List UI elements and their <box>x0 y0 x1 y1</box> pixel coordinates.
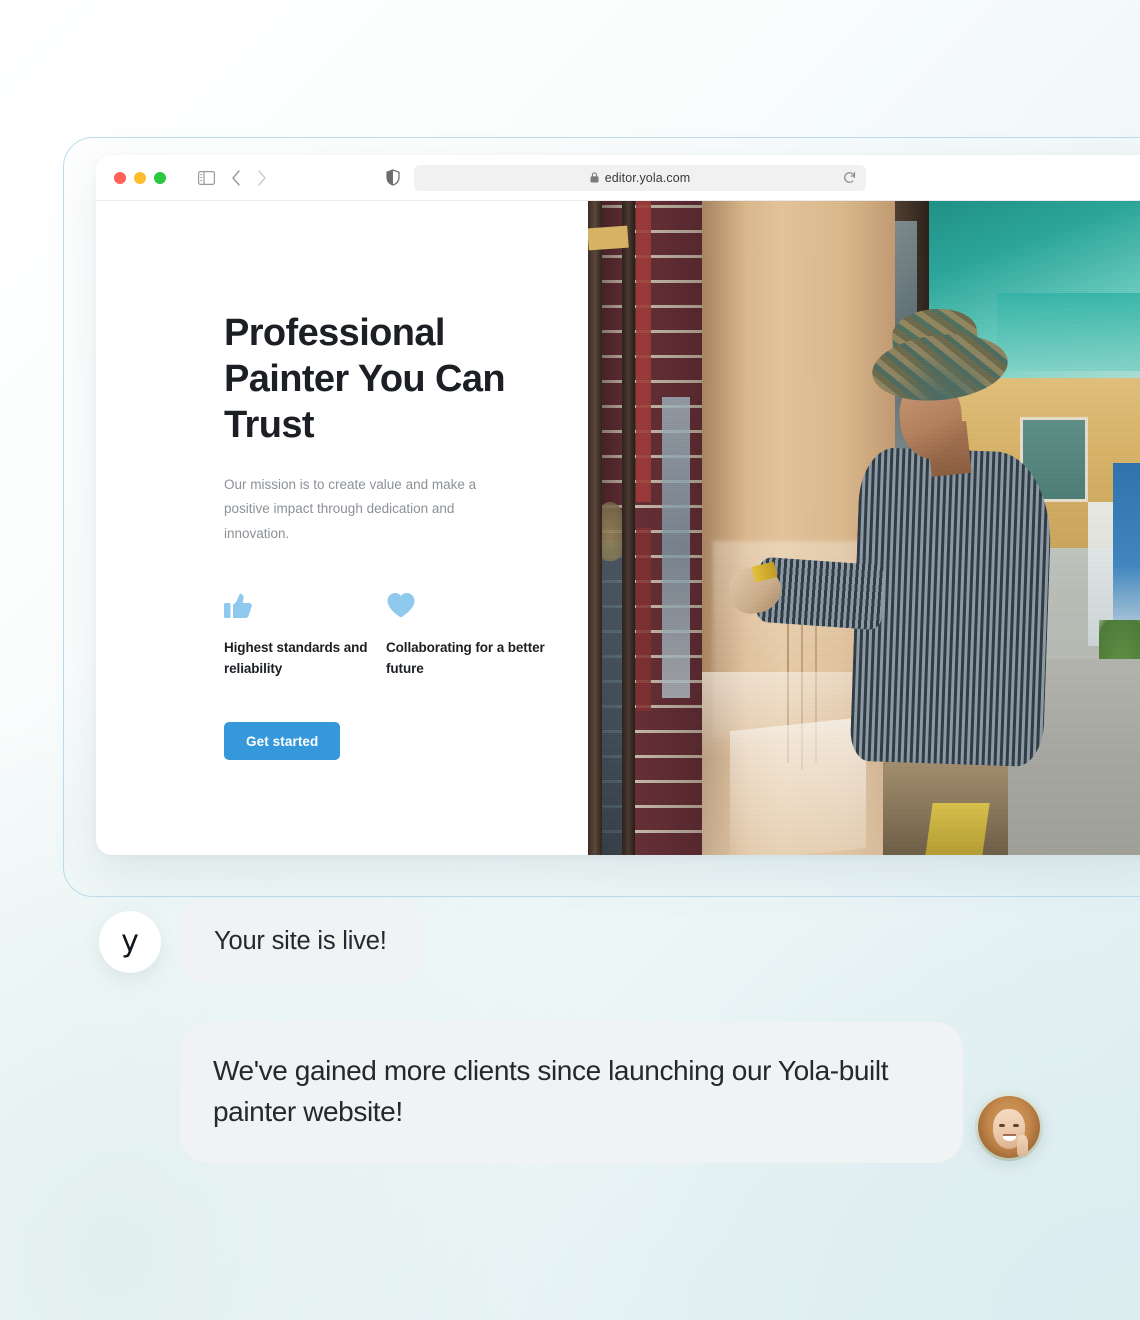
url-bar[interactable]: editor.yola.com <box>414 164 866 191</box>
photo-brick-accent <box>636 201 652 502</box>
avatar-hand <box>1017 1135 1029 1156</box>
lock-icon <box>590 172 599 183</box>
browser-chrome-bar: editor.yola.com <box>96 155 1140 201</box>
reload-icon[interactable] <box>843 171 856 185</box>
photo-pipe <box>588 201 603 855</box>
shield-privacy-icon[interactable] <box>386 169 400 186</box>
browser-window: editor.yola.com Professional Painter You… <box>96 155 1140 855</box>
feature-label: Collaborating for a better future <box>386 639 545 677</box>
feature-list: Highest standards and reliability Collab… <box>224 585 588 681</box>
chat-bubble-testimonial: We've gained more clients since launchin… <box>180 1022 963 1163</box>
feature-item-standards: Highest standards and reliability <box>224 585 386 681</box>
page-title: Professional Painter You Can Trust <box>224 312 506 446</box>
chat-row-status: y Your site is live! <box>0 900 1140 983</box>
url-text: editor.yola.com <box>604 170 691 185</box>
yola-logo-letter: y <box>121 923 139 959</box>
photo-plastic-sheet-fold <box>730 717 867 855</box>
avatar-eye <box>999 1123 1005 1127</box>
customer-avatar <box>975 1093 1043 1161</box>
heart-icon <box>386 585 548 619</box>
page-root: editor.yola.com Professional Painter You… <box>0 0 1140 1320</box>
photo-yellow-trim <box>588 225 629 251</box>
yola-logo-avatar: y <box>99 910 161 973</box>
photo-pipe <box>622 201 635 855</box>
photo-brick-accent <box>636 528 652 712</box>
photo-blue-cloth <box>1113 462 1140 633</box>
thumbs-up-icon <box>224 585 386 619</box>
feature-item-collaborating: Collaborating for a better future <box>386 585 548 681</box>
hero-text-column: Professional Painter You Can Trust Our m… <box>96 201 588 855</box>
hero-subtitle: Our mission is to create value and make … <box>224 476 477 542</box>
avatar-eye <box>1013 1123 1019 1127</box>
address-bar-area: editor.yola.com <box>96 164 1140 191</box>
hero-photo <box>588 201 1140 855</box>
photo-green-tarp-2 <box>996 292 1140 372</box>
get-started-button[interactable]: Get started <box>224 722 341 761</box>
site-viewport: Professional Painter You Can Trust Our m… <box>96 201 1140 855</box>
chat-section: y Your site is live! We've gained more c… <box>0 900 1140 1163</box>
feature-label: Highest standards and reliability <box>224 639 368 677</box>
chat-bubble-status: Your site is live! <box>180 900 421 983</box>
photo-painter-boot <box>925 802 990 855</box>
photo-brick-glass <box>661 397 691 699</box>
